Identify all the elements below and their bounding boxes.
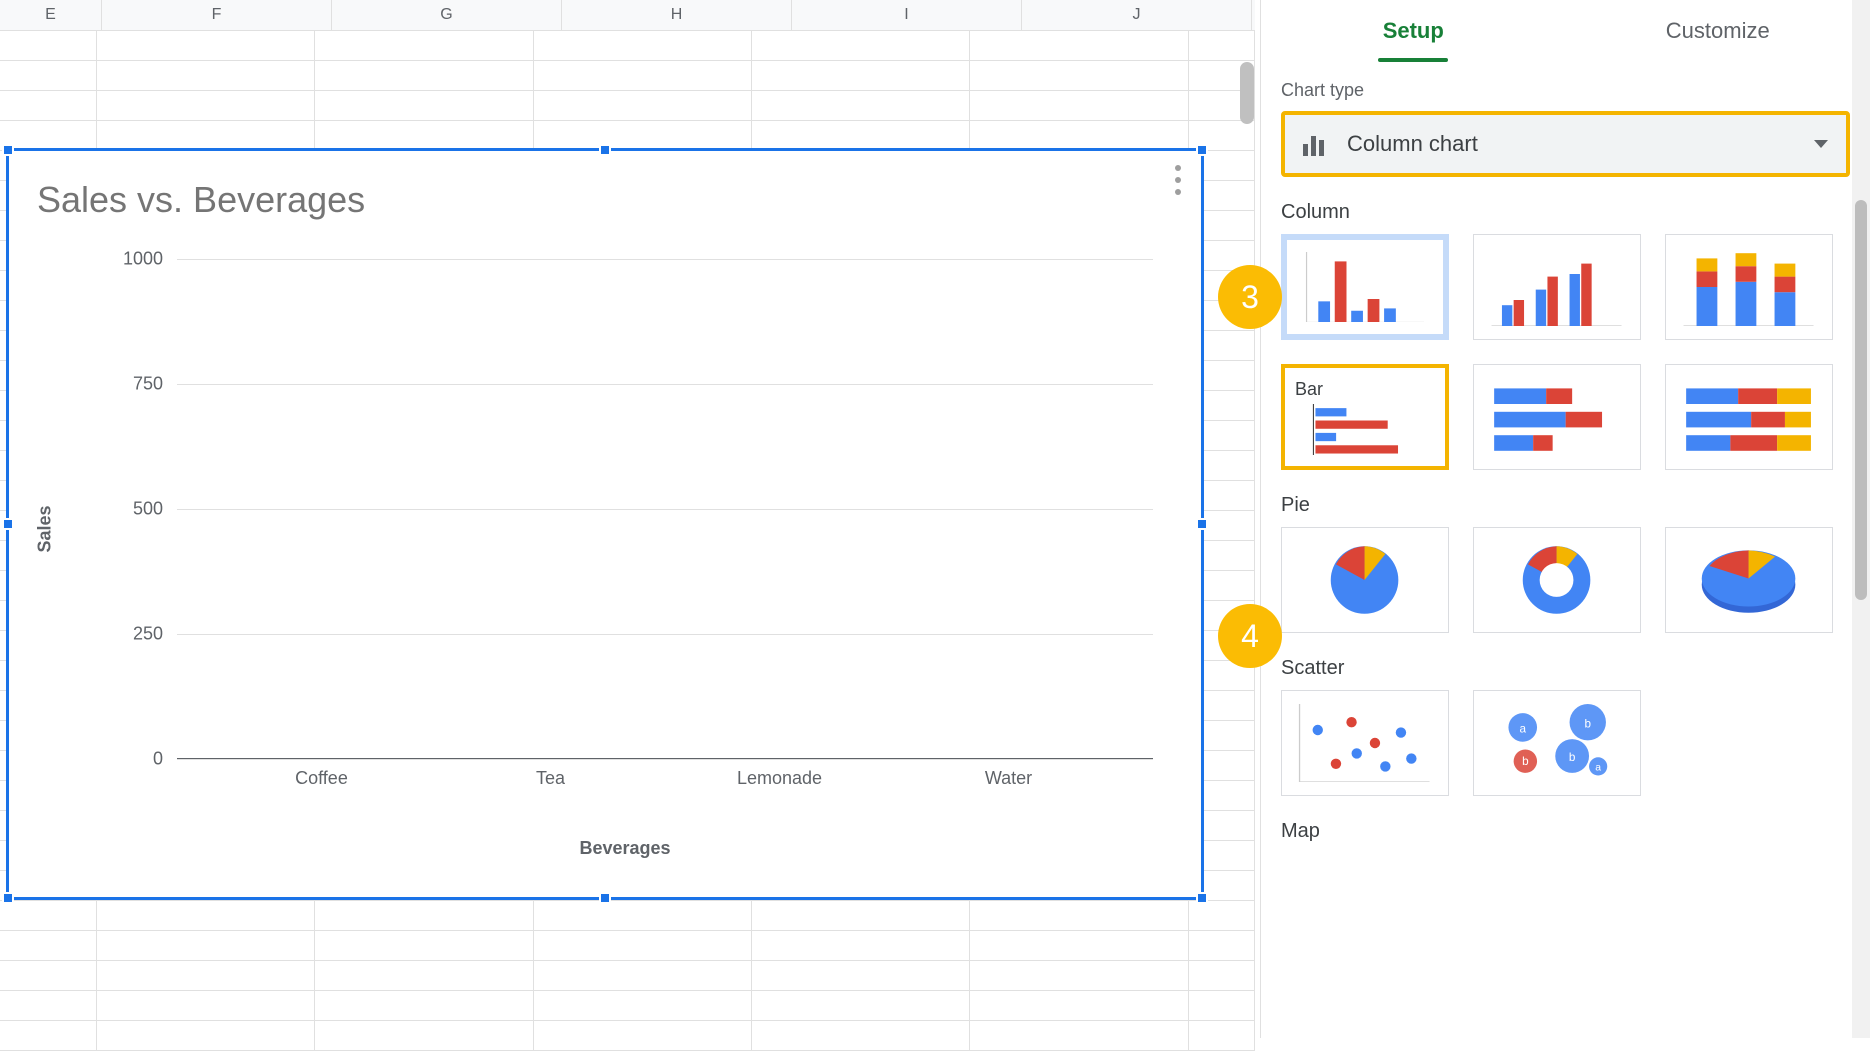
y-tick-label: 250 xyxy=(133,624,163,645)
bars-container: CoffeeTeaLemonadeWater xyxy=(177,259,1153,759)
tab-setup[interactable]: Setup xyxy=(1261,0,1566,62)
chart-options-icon[interactable] xyxy=(1175,165,1183,195)
resize-handle-se[interactable] xyxy=(1196,892,1208,904)
x-tick-label: Lemonade xyxy=(737,768,822,789)
x-tick-label: Coffee xyxy=(295,768,348,789)
category-bar-label: Bar xyxy=(1295,379,1323,400)
bar-thumbs: Bar xyxy=(1281,364,1850,470)
chevron-down-icon xyxy=(1814,140,1828,148)
column-header-E[interactable]: E xyxy=(0,0,102,30)
resize-handle-sw[interactable] xyxy=(2,892,14,904)
svg-text:b: b xyxy=(1523,755,1530,768)
chart-type-selected: Column chart xyxy=(1347,131,1814,157)
callout-badge-3: 3 xyxy=(1218,265,1282,329)
tab-customize[interactable]: Customize xyxy=(1566,0,1870,62)
thumb-column-basic[interactable] xyxy=(1281,234,1449,340)
thumb-column-grouped[interactable] xyxy=(1473,234,1641,340)
chart-type-label: Chart type xyxy=(1281,80,1850,101)
column-header-H[interactable]: H xyxy=(562,0,792,30)
chart-content: Sales vs. Beverages Sales 02505007501000… xyxy=(37,179,1173,869)
gridline xyxy=(177,759,1153,760)
callout-badge-4: 4 xyxy=(1218,604,1282,668)
thumb-bar-100stacked[interactable] xyxy=(1665,364,1833,470)
thumb-scatter-bubble[interactable]: a b b b a xyxy=(1473,690,1641,796)
panel-body: Chart type Column chart Column Bar xyxy=(1261,62,1870,871)
column-header-F[interactable]: F xyxy=(102,0,332,30)
svg-text:b: b xyxy=(1569,751,1576,764)
resize-handle-s[interactable] xyxy=(599,892,611,904)
chart-editor-panel: Setup Customize Chart type Column chart … xyxy=(1260,0,1870,1038)
x-tick-label: Water xyxy=(985,768,1032,789)
category-pie-label: Pie xyxy=(1281,494,1850,517)
category-map-label: Map xyxy=(1281,820,1850,843)
x-axis-label: Beverages xyxy=(77,838,1173,859)
pie-thumbs xyxy=(1281,527,1850,633)
thumb-pie-donut[interactable] xyxy=(1473,527,1641,633)
plot-area: Sales 02505007501000CoffeeTeaLemonadeWat… xyxy=(77,259,1173,799)
resize-handle-n[interactable] xyxy=(599,144,611,156)
resize-handle-nw[interactable] xyxy=(2,144,14,156)
embedded-chart[interactable]: Sales vs. Beverages Sales 02505007501000… xyxy=(6,148,1204,900)
thumb-bar-basic[interactable]: Bar xyxy=(1281,364,1449,470)
y-axis-label: Sales xyxy=(35,505,56,552)
y-tick-label: 500 xyxy=(133,499,163,520)
x-tick-label: Tea xyxy=(536,768,565,789)
spreadsheet-area: EFGHIJK Sales vs. Beverages Sales 025050… xyxy=(0,0,1255,1038)
resize-handle-ne[interactable] xyxy=(1196,144,1208,156)
panel-scrollbar-thumb[interactable] xyxy=(1855,200,1867,600)
y-tick-label: 1000 xyxy=(123,249,163,270)
column-header-G[interactable]: G xyxy=(332,0,562,30)
category-column-label: Column xyxy=(1281,201,1850,224)
column-chart-icon xyxy=(1303,132,1327,156)
chart-type-dropdown[interactable]: Column chart xyxy=(1281,111,1850,177)
resize-handle-w[interactable] xyxy=(2,518,14,530)
chart-title[interactable]: Sales vs. Beverages xyxy=(37,179,1173,221)
thumb-column-stacked[interactable] xyxy=(1665,234,1833,340)
svg-text:a: a xyxy=(1596,762,1602,773)
thumb-pie-3d[interactable] xyxy=(1665,527,1833,633)
svg-text:a: a xyxy=(1520,723,1527,736)
panel-scrollbar-track[interactable] xyxy=(1852,0,1870,1038)
y-tick-label: 750 xyxy=(133,374,163,395)
y-tick-label: 0 xyxy=(153,749,163,770)
column-headers: EFGHIJK xyxy=(0,0,1255,31)
main-scrollbar-thumb[interactable] xyxy=(1240,62,1254,124)
column-header-I[interactable]: I xyxy=(792,0,1022,30)
svg-text:b: b xyxy=(1585,717,1592,730)
column-thumbs xyxy=(1281,234,1850,340)
thumb-scatter-basic[interactable] xyxy=(1281,690,1449,796)
plot-inner: 02505007501000CoffeeTeaLemonadeWater xyxy=(177,259,1153,759)
scatter-thumbs: a b b b a xyxy=(1281,690,1850,796)
column-header-J[interactable]: J xyxy=(1022,0,1252,30)
panel-tabs: Setup Customize xyxy=(1261,0,1870,62)
thumb-bar-stacked[interactable] xyxy=(1473,364,1641,470)
category-scatter-label: Scatter xyxy=(1281,657,1850,680)
resize-handle-e[interactable] xyxy=(1196,518,1208,530)
thumb-pie-basic[interactable] xyxy=(1281,527,1449,633)
